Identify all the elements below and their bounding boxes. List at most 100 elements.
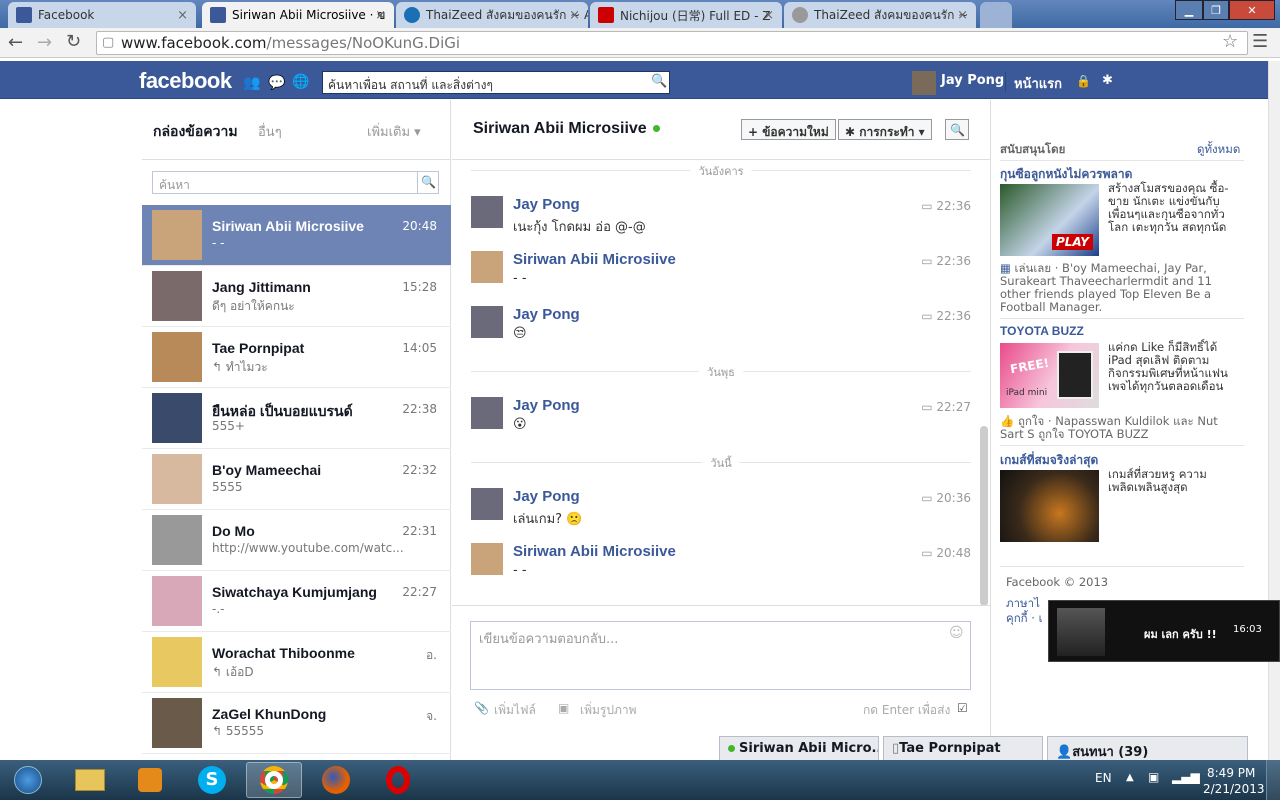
- chrome-taskbar-icon[interactable]: [246, 762, 302, 798]
- like-thumb-icon: 👍: [1000, 414, 1018, 428]
- maximize-button[interactable]: ❐: [1203, 0, 1229, 20]
- firefox-taskbar-icon[interactable]: [308, 762, 364, 798]
- notifications-globe-icon[interactable]: 🌐: [292, 74, 309, 90]
- message-thread[interactable]: Jang Jittimann 15:28 ดีๆ อย่าให้คกนะ: [142, 266, 451, 327]
- message-thread[interactable]: Siwatchaya Kumjumjang 22:27 -.-: [142, 571, 451, 632]
- thread-avatar: [152, 210, 202, 260]
- taskbar-date[interactable]: 2/21/2013: [1203, 782, 1265, 796]
- windows-start-button[interactable]: [0, 762, 56, 798]
- show-desktop-button[interactable]: [1266, 760, 1280, 800]
- thread-avatar: [152, 271, 202, 321]
- actions-dropdown[interactable]: ✱ การกระทำ ▾: [838, 119, 932, 140]
- facebook-logo[interactable]: facebook: [139, 68, 232, 94]
- notification-popup[interactable]: ผม เลก ครับ !! 16:03: [1048, 600, 1280, 662]
- browser-tab-facebook[interactable]: Facebook ×: [8, 2, 196, 28]
- enter-to-send-checkbox[interactable]: ☑: [957, 701, 968, 715]
- ad-image[interactable]: PLAY: [1000, 184, 1099, 256]
- browser-tab-messages[interactable]: Siriwan Abii Microsiive · ข ×: [202, 2, 394, 28]
- close-tab-icon[interactable]: ×: [177, 8, 188, 23]
- message-avatar[interactable]: [471, 251, 503, 283]
- browser-tab-thaizeed[interactable]: ThaiZeed สังคมของคนรัก ~ A ×: [396, 2, 588, 28]
- footer-language-link[interactable]: ภาษาไ: [1006, 597, 1040, 610]
- ad-image[interactable]: [1000, 470, 1099, 542]
- chat-tab-siriwan[interactable]: Siriwan Abii Micro...: [719, 736, 879, 760]
- ad-title[interactable]: TOYOTA BUZZ: [1000, 324, 1084, 338]
- message-sender[interactable]: Jay Pong: [513, 397, 580, 414]
- more-dropdown[interactable]: เพิ่มเติม ▾: [367, 121, 421, 142]
- message-sender[interactable]: Siriwan Abii Microsiive: [513, 251, 676, 268]
- message-sender[interactable]: Jay Pong: [513, 306, 580, 323]
- close-tab-icon[interactable]: ×: [569, 8, 580, 23]
- message-avatar[interactable]: [471, 196, 503, 228]
- footer-cookies-link[interactable]: คุกกี้ · เ: [1006, 612, 1043, 625]
- add-file-link[interactable]: เพิ่มไฟล์: [494, 701, 536, 720]
- thread-snippet: ↰ 55555: [212, 724, 265, 738]
- see-all-ads-link[interactable]: ดูทั้งหมด: [1197, 143, 1240, 156]
- message-thread[interactable]: Tae Pornpipat 14:05 ↰ ทำไมวะ: [142, 327, 451, 388]
- device-tray-icon[interactable]: ▣: [1148, 770, 1159, 784]
- bookmark-star-icon[interactable]: ☆: [1222, 31, 1238, 52]
- browser-tab-youtube[interactable]: Nichijou (日常) Full ED - Z ×: [590, 2, 782, 28]
- message-avatar[interactable]: [471, 488, 503, 520]
- scrollbar[interactable]: [980, 426, 988, 606]
- message-item: Jay Pong ▭ 20:36 เล่นเกม? 🙁: [471, 488, 971, 538]
- search-conversation-icon[interactable]: 🔍: [945, 119, 969, 140]
- messages-icon[interactable]: 💬: [268, 75, 285, 91]
- show-hidden-icons-arrow[interactable]: ▲: [1126, 772, 1134, 783]
- explorer-taskbar-icon[interactable]: [62, 762, 118, 798]
- search-icon[interactable]: 🔍: [417, 172, 439, 193]
- chrome-menu-icon[interactable]: ☰: [1252, 31, 1268, 52]
- message-time: ▭ 22:27: [921, 400, 971, 414]
- reply-textarea[interactable]: เขียนข้อความตอบกลับ...: [470, 621, 971, 690]
- close-window-button[interactable]: ✕: [1229, 0, 1275, 20]
- message-sender[interactable]: Siriwan Abii Microsiive: [513, 543, 676, 560]
- forward-arrow-icon[interactable]: →: [37, 32, 52, 53]
- other-tab[interactable]: อื่นๆ: [258, 121, 282, 142]
- emoticon-icon[interactable]: ☺: [949, 625, 964, 641]
- message-avatar[interactable]: [471, 397, 503, 429]
- friend-requests-icon[interactable]: 👥: [243, 75, 260, 91]
- chat-tab-tae[interactable]: ▯Tae Pornpipat: [883, 736, 1043, 760]
- add-photo-link[interactable]: เพิ่มรูปภาพ: [580, 701, 637, 720]
- user-avatar[interactable]: [912, 71, 936, 95]
- ad-image[interactable]: FREE! iPad mini: [1000, 343, 1099, 408]
- home-link[interactable]: หน้าแรก: [1014, 73, 1062, 94]
- search-icon[interactable]: 🔍: [651, 74, 667, 89]
- new-message-button[interactable]: + ข้อความใหม่: [741, 119, 836, 140]
- privacy-shortcuts-icon[interactable]: 🔒: [1076, 74, 1091, 88]
- message-thread[interactable]: B'oy Mameechai 22:32 5555: [142, 449, 451, 510]
- address-bar[interactable]: www.facebook.com/messages/NoOKunG.DiGi: [96, 31, 1248, 55]
- media-player-taskbar-icon[interactable]: [122, 762, 178, 798]
- chat-sidebar-toggle[interactable]: 👤สนทนา (39): [1047, 736, 1248, 760]
- paperclip-icon[interactable]: 📎: [474, 701, 489, 715]
- taskbar-time[interactable]: 8:49 PM: [1207, 766, 1255, 780]
- minimize-button[interactable]: ▁: [1175, 0, 1203, 20]
- new-tab-button[interactable]: [980, 2, 1012, 28]
- message-thread[interactable]: ZaGel KhunDong จ. ↰ 55555: [142, 693, 451, 754]
- message-thread[interactable]: Worachat Thiboonme อ. ↰ เอ้อD: [142, 632, 451, 693]
- network-signal-icon[interactable]: ▂▄▆: [1172, 770, 1200, 784]
- message-avatar[interactable]: [471, 543, 503, 575]
- ad-title[interactable]: เกมส์ที่สมจริงล่าสุด: [1000, 451, 1098, 470]
- close-tab-icon[interactable]: ×: [957, 8, 968, 23]
- close-tab-icon[interactable]: ×: [375, 8, 386, 23]
- profile-link[interactable]: Jay Pong: [941, 73, 1004, 88]
- message-sender[interactable]: Jay Pong: [513, 196, 580, 213]
- skype-taskbar-icon[interactable]: S: [184, 762, 240, 798]
- message-sender[interactable]: Jay Pong: [513, 488, 580, 505]
- gear-icon[interactable]: ✱: [1102, 73, 1113, 88]
- facebook-search-input[interactable]: ค้นหาเพื่อน สถานที่ และสิ่งต่างๆ: [322, 71, 670, 94]
- reload-icon[interactable]: ↻: [66, 31, 81, 52]
- back-arrow-icon[interactable]: ←: [8, 32, 23, 53]
- camera-icon[interactable]: ▣: [558, 701, 569, 715]
- message-thread[interactable]: ยืนหล่อ เป็นบอยแบรนด์ 22:38 555+: [142, 388, 451, 449]
- browser-tab-thaizeed-2[interactable]: ThaiZeed สังคมของคนรัก ~ ×: [784, 2, 976, 28]
- message-avatar[interactable]: [471, 306, 503, 338]
- language-indicator[interactable]: EN: [1095, 771, 1112, 785]
- message-search-input[interactable]: ค้นหา: [152, 171, 439, 194]
- message-thread[interactable]: Do Mo 22:31 http://www.youtube.com/watc.…: [142, 510, 451, 571]
- close-tab-icon[interactable]: ×: [763, 8, 774, 23]
- message-thread[interactable]: Siriwan Abii Microsiive 20:48 - -: [142, 205, 451, 266]
- inbox-tab[interactable]: กล่องข้อความ: [153, 121, 238, 143]
- opera-taskbar-icon[interactable]: [370, 762, 426, 798]
